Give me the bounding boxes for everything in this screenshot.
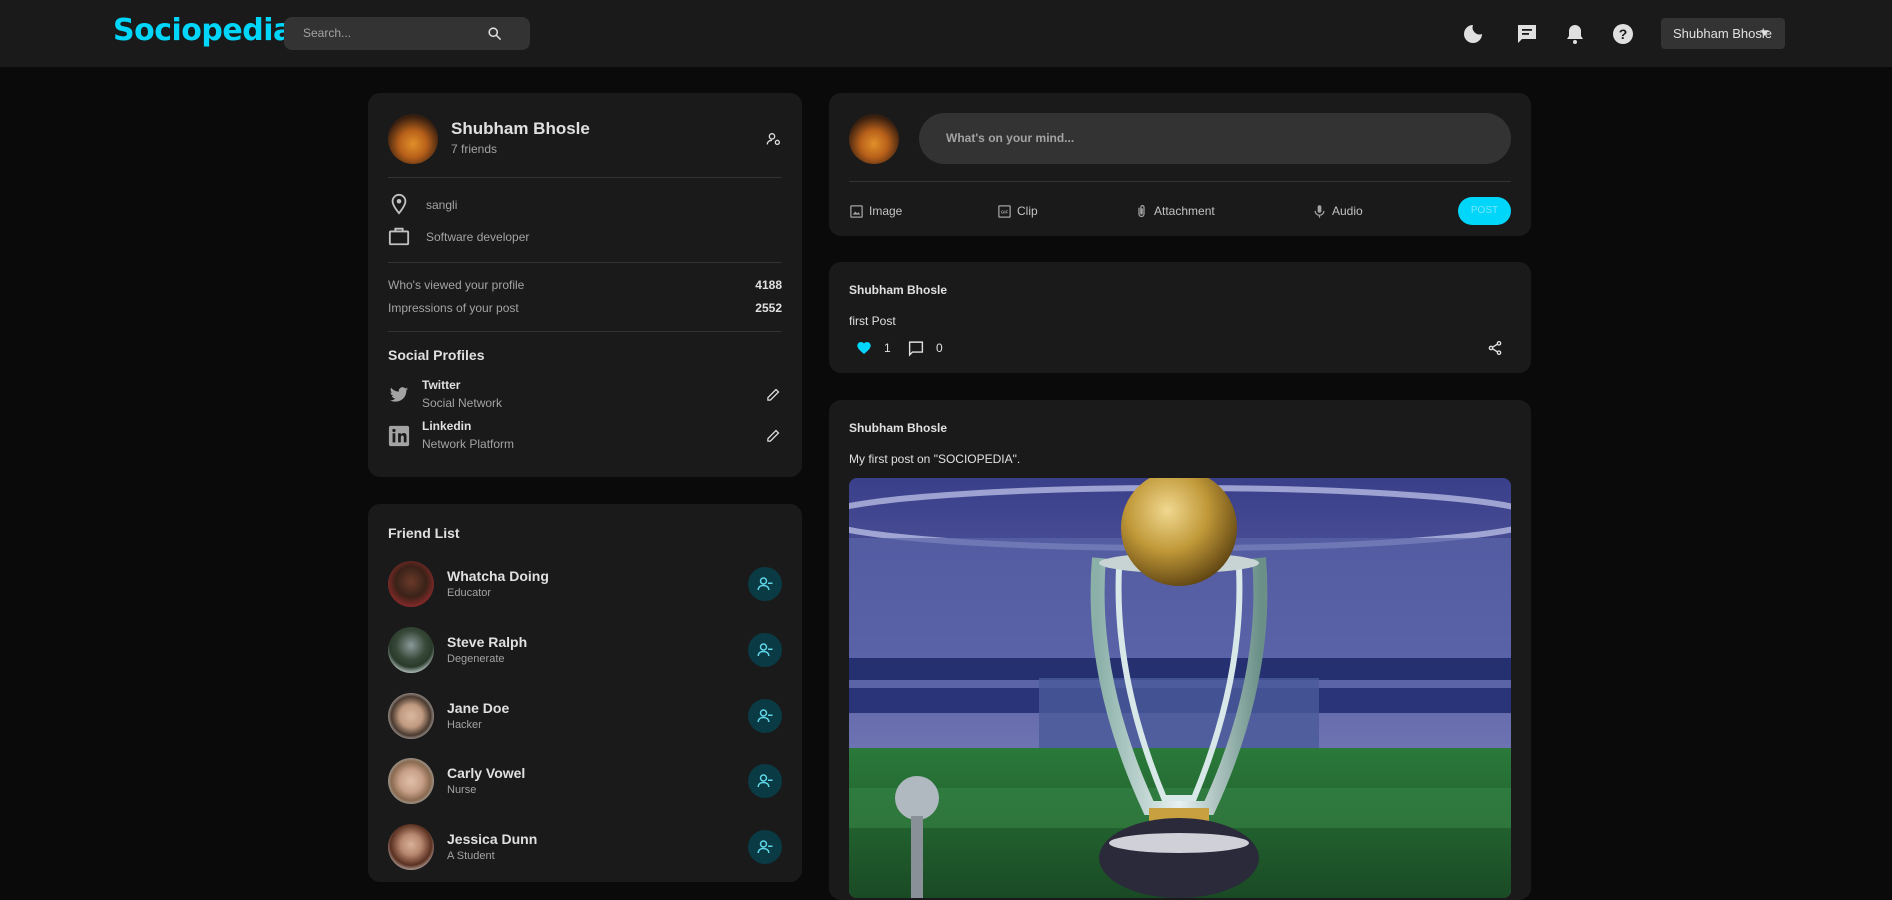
- help-icon[interactable]: ?: [1611, 22, 1635, 46]
- remove-friend-button[interactable]: [748, 699, 782, 733]
- remove-friend-button[interactable]: [748, 567, 782, 601]
- friend-role: A Student: [447, 850, 495, 862]
- friend-name[interactable]: Carly Vowel: [447, 765, 525, 781]
- clip-label: Clip: [1017, 204, 1038, 218]
- comment-count: 0: [936, 341, 943, 355]
- person-remove-icon: [757, 774, 773, 788]
- audio-label: Audio: [1332, 204, 1363, 218]
- impressions-value: 2552: [755, 301, 782, 315]
- user-avatar[interactable]: [388, 114, 438, 164]
- manage-account-icon[interactable]: [766, 131, 782, 147]
- friend-avatar[interactable]: [388, 824, 434, 870]
- search-bar[interactable]: Search...: [284, 17, 530, 50]
- image-icon: [850, 205, 863, 218]
- user-avatar[interactable]: [849, 114, 899, 164]
- logo[interactable]: Sociopedia: [113, 13, 293, 48]
- friend-name[interactable]: Jessica Dunn: [447, 831, 537, 847]
- edit-icon[interactable]: [766, 428, 781, 443]
- svg-text:?: ?: [1619, 26, 1628, 42]
- location-icon: [391, 193, 407, 215]
- post-input[interactable]: What's on your mind...: [919, 113, 1511, 164]
- person-remove-icon: [757, 577, 773, 591]
- friend-avatar[interactable]: [388, 693, 434, 739]
- post-input-placeholder: What's on your mind...: [946, 131, 1075, 145]
- user-menu-select[interactable]: Shubham Bhosle: [1661, 18, 1785, 49]
- post-text: first Post: [849, 314, 896, 328]
- notifications-icon[interactable]: [1563, 22, 1587, 46]
- friend-list-widget: Friend List Whatcha Doing Educator Steve…: [368, 504, 802, 882]
- social-name: Linkedin: [422, 419, 472, 433]
- friend-name[interactable]: Whatcha Doing: [447, 568, 549, 584]
- comment-icon[interactable]: [907, 340, 925, 357]
- search-icon[interactable]: [487, 26, 502, 41]
- share-icon[interactable]: [1487, 340, 1503, 356]
- svg-text:GIF: GIF: [1001, 209, 1009, 214]
- microphone-icon: [1314, 205, 1325, 218]
- divider: [388, 331, 782, 332]
- user-menu-label: Shubham Bhosle: [1673, 26, 1773, 41]
- friend-role: Hacker: [447, 719, 482, 731]
- post-composer: What's on your mind... Image GIF Clip At…: [829, 93, 1531, 236]
- audio-button[interactable]: Audio: [1312, 202, 1382, 220]
- social-profiles-title: Social Profiles: [388, 347, 485, 363]
- divider: [849, 181, 1511, 182]
- message-icon[interactable]: [1515, 22, 1539, 46]
- clip-button[interactable]: GIF Clip: [997, 202, 1057, 220]
- occupation-text: Software developer: [426, 230, 530, 244]
- post-author[interactable]: Shubham Bhosle: [849, 283, 947, 297]
- heart-icon[interactable]: [856, 340, 872, 356]
- gif-icon: GIF: [998, 205, 1011, 218]
- attachment-button[interactable]: Attachment: [1134, 202, 1234, 220]
- social-name: Twitter: [422, 378, 461, 392]
- location-text: sangli: [426, 198, 458, 212]
- friend-role: Nurse: [447, 784, 477, 796]
- remove-friend-button[interactable]: [748, 764, 782, 798]
- post-card: Shubham Bhosle My first post on "SOCIOPE…: [829, 400, 1531, 900]
- person-remove-icon: [757, 643, 773, 657]
- friend-avatar[interactable]: [388, 561, 434, 607]
- friend-role: Educator: [447, 587, 492, 599]
- post-text: My first post on "SOCIOPEDIA".: [849, 452, 1021, 466]
- user-name[interactable]: Shubham Bhosle: [451, 119, 590, 139]
- divider: [388, 177, 782, 178]
- work-icon: [388, 227, 410, 246]
- person-remove-icon: [757, 709, 773, 723]
- attachment-label: Attachment: [1154, 204, 1215, 218]
- image-label: Image: [869, 204, 903, 218]
- remove-friend-button[interactable]: [748, 830, 782, 864]
- search-input[interactable]: Search...: [303, 26, 351, 40]
- dark-mode-icon[interactable]: [1461, 22, 1485, 46]
- profile-views-label: Who's viewed your profile: [388, 278, 525, 292]
- friend-name[interactable]: Jane Doe: [447, 700, 509, 716]
- post-button-label: POST: [1470, 205, 1499, 216]
- post-button[interactable]: POST: [1458, 197, 1511, 225]
- friend-role: Degenerate: [447, 653, 505, 665]
- twitter-icon: [389, 387, 409, 402]
- navbar: Sociopedia Search... ? Shubham Bhosle: [0, 0, 1892, 67]
- friend-avatar[interactable]: [388, 627, 434, 673]
- post-author[interactable]: Shubham Bhosle: [849, 421, 947, 435]
- friends-count: 7 friends: [451, 142, 498, 156]
- user-widget: Shubham Bhosle 7 friends sangli Software…: [368, 93, 802, 477]
- chevron-down-icon: [1760, 30, 1769, 36]
- trophy-photo: [849, 478, 1511, 898]
- friend-list-title: Friend List: [388, 525, 460, 541]
- remove-friend-button[interactable]: [748, 633, 782, 667]
- divider: [388, 262, 782, 263]
- post-card: Shubham Bhosle first Post 1 0: [829, 262, 1531, 373]
- social-sub: Network Platform: [422, 437, 515, 451]
- post-image[interactable]: [849, 478, 1511, 898]
- edit-icon[interactable]: [766, 387, 781, 402]
- friend-name[interactable]: Steve Ralph: [447, 634, 527, 650]
- profile-views-value: 4188: [755, 278, 782, 292]
- social-sub: Social Network: [422, 396, 503, 410]
- person-remove-icon: [757, 840, 773, 854]
- like-count: 1: [884, 341, 891, 355]
- friend-avatar[interactable]: [388, 758, 434, 804]
- impressions-label: Impressions of your post: [388, 301, 519, 315]
- attachment-icon: [1138, 205, 1145, 218]
- image-button[interactable]: Image: [849, 202, 919, 220]
- linkedin-icon: [388, 425, 410, 447]
